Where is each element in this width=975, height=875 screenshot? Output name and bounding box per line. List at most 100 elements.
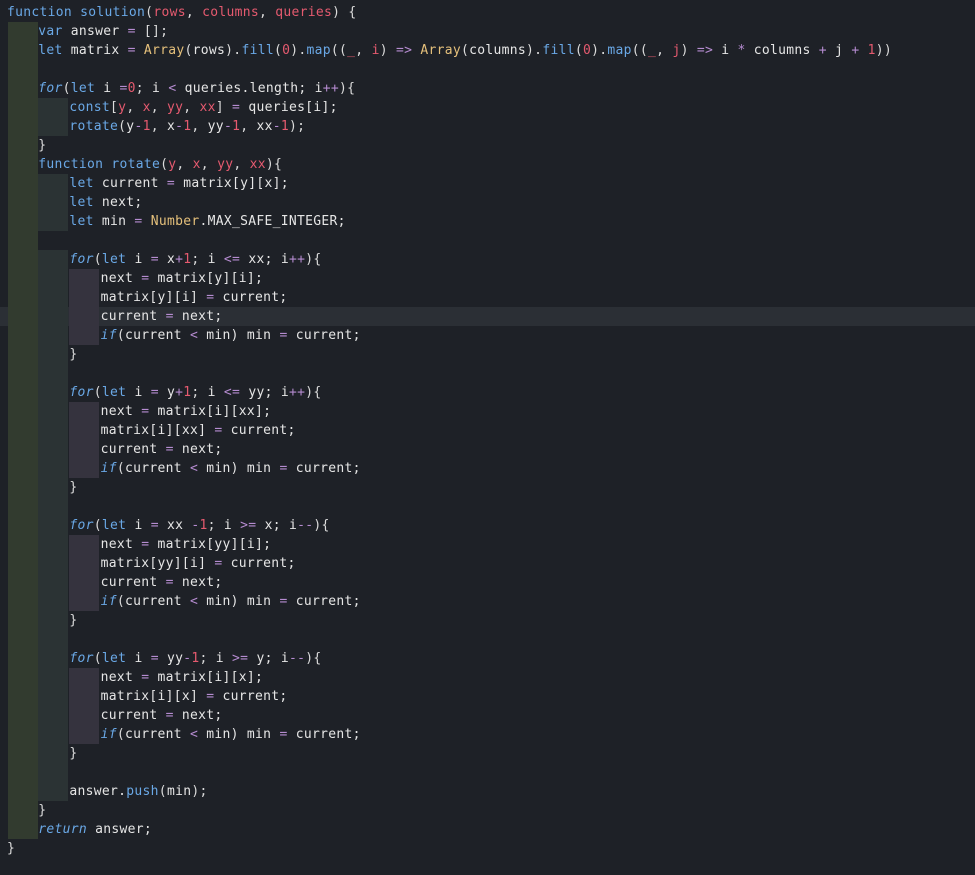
code-line[interactable] [0, 763, 975, 782]
code-text: if(current < min) min = current; [101, 326, 361, 345]
code-line[interactable]: current = next; [0, 573, 975, 592]
code-line[interactable]: const[y, x, yy, xx] = queries[i]; [0, 98, 975, 117]
code-line[interactable]: let matrix = Array(rows).fill(0).map((_,… [0, 41, 975, 60]
code-line[interactable]: } [0, 136, 975, 155]
code-line[interactable]: return answer; [0, 820, 975, 839]
code-line[interactable]: if(current < min) min = current; [0, 459, 975, 478]
code-line[interactable]: current = next; [0, 440, 975, 459]
code-line[interactable]: matrix[i][xx] = current; [0, 421, 975, 440]
code-token: = [134, 214, 143, 229]
code-line[interactable]: if(current < min) min = current; [0, 592, 975, 611]
code-line[interactable]: for(let i = x+1; i <= xx; i++){ [0, 250, 975, 269]
code-line[interactable]: let min = Number.MAX_SAFE_INTEGER; [0, 212, 975, 231]
code-line[interactable]: } [0, 801, 975, 820]
code-line[interactable]: next = matrix[yy][i]; [0, 535, 975, 554]
code-token: = [279, 328, 288, 343]
code-token: ( [273, 43, 283, 58]
indent-guide [69, 459, 99, 478]
code-text: for(let i = xx -1; i >= x; i--){ [69, 516, 329, 535]
code-line[interactable] [0, 60, 975, 79]
code-line[interactable] [0, 231, 975, 250]
code-token: , [176, 157, 193, 172]
code-text: if(current < min) min = current; [101, 725, 361, 744]
code-token: 1 [280, 119, 290, 134]
code-token: current [125, 727, 191, 742]
code-line[interactable] [0, 630, 975, 649]
indent-guide [38, 649, 68, 668]
code-token: var [38, 24, 63, 39]
code-line[interactable]: if(current < min) min = current; [0, 326, 975, 345]
code-line[interactable]: } [0, 611, 975, 630]
code-token: queries[i]; [240, 100, 338, 115]
code-line[interactable]: if(current < min) min = current; [0, 725, 975, 744]
code-text: const[y, x, yy, xx] = queries[i]; [69, 98, 337, 117]
indent-guide [8, 630, 38, 649]
code-token: columns [469, 43, 527, 58]
code-line[interactable]: current = next; [0, 706, 975, 725]
code-line[interactable]: next = matrix[y][i]; [0, 269, 975, 288]
code-token: = [279, 461, 288, 476]
code-line[interactable]: } [0, 345, 975, 364]
code-line[interactable]: function solution(rows, columns, queries… [0, 3, 975, 22]
code-line[interactable]: rotate(y-1, x-1, yy-1, xx-1); [0, 117, 975, 136]
code-line[interactable]: next = matrix[i][xx]; [0, 402, 975, 421]
code-text: } [69, 744, 77, 763]
code-token: current; [222, 556, 296, 571]
code-token: answer. [69, 784, 127, 799]
code-editor[interactable]: function solution(rows, columns, queries… [0, 0, 975, 875]
code-token: )) [875, 43, 892, 58]
code-line[interactable]: matrix[i][x] = current; [0, 687, 975, 706]
indent-guide [38, 782, 68, 801]
code-text: next = matrix[yy][i]; [101, 535, 272, 554]
code-line[interactable] [0, 364, 975, 383]
indent-guide [8, 611, 38, 630]
indent-guide [38, 497, 68, 516]
code-token: current; [287, 594, 361, 609]
indent-guide [8, 402, 38, 421]
code-token: 0 [127, 81, 136, 96]
indent-guide [8, 573, 38, 592]
code-text: matrix[yy][i] = current; [101, 554, 296, 573]
indent-guide [69, 269, 99, 288]
code-token: current [125, 461, 191, 476]
indent-guide [69, 326, 99, 345]
code-line[interactable]: let current = matrix[y][x]; [0, 174, 975, 193]
code-token: 1 [199, 518, 208, 533]
code-line[interactable] [0, 497, 975, 516]
code-token: i [371, 43, 380, 58]
code-token: next [100, 404, 142, 419]
code-line[interactable]: matrix[y][i] = current; [0, 288, 975, 307]
code-line[interactable]: } [0, 744, 975, 763]
code-line[interactable]: for(let i = y+1; i <= yy; i++){ [0, 383, 975, 402]
code-line[interactable]: var answer = []; [0, 22, 975, 41]
code-token: let [70, 81, 96, 96]
indent-guide [69, 687, 99, 706]
indent-guide [8, 820, 38, 839]
indent-guide [8, 231, 38, 250]
code-line[interactable]: let next; [0, 193, 975, 212]
code-token: ( [93, 252, 102, 267]
code-token: 1 [142, 119, 151, 134]
code-line[interactable]: for(let i = xx -1; i >= x; i--){ [0, 516, 975, 535]
indent-guide [69, 706, 99, 725]
code-token: = [150, 385, 159, 400]
code-line[interactable]: for(let i =0; i < queries.length; i++){ [0, 79, 975, 98]
code-token: = [166, 176, 176, 191]
code-token: x; i [256, 518, 298, 533]
indent-guide [8, 497, 38, 516]
code-line[interactable]: } [0, 839, 975, 858]
indent-guide [8, 801, 38, 820]
code-text: for(let i = x+1; i <= xx; i++){ [69, 250, 321, 269]
code-token: ){ [305, 385, 322, 400]
code-token: rotate [111, 157, 161, 172]
code-line[interactable]: function rotate(y, x, yy, xx){ [0, 155, 975, 174]
code-line[interactable]: matrix[yy][i] = current; [0, 554, 975, 573]
code-token: ){ [339, 81, 356, 96]
code-line[interactable]: current = next; [0, 307, 975, 326]
code-line[interactable]: next = matrix[i][x]; [0, 668, 975, 687]
code-line[interactable]: for(let i = yy-1; i >= y; i--){ [0, 649, 975, 668]
code-line[interactable]: } [0, 478, 975, 497]
code-line[interactable]: answer.push(min); [0, 782, 975, 801]
